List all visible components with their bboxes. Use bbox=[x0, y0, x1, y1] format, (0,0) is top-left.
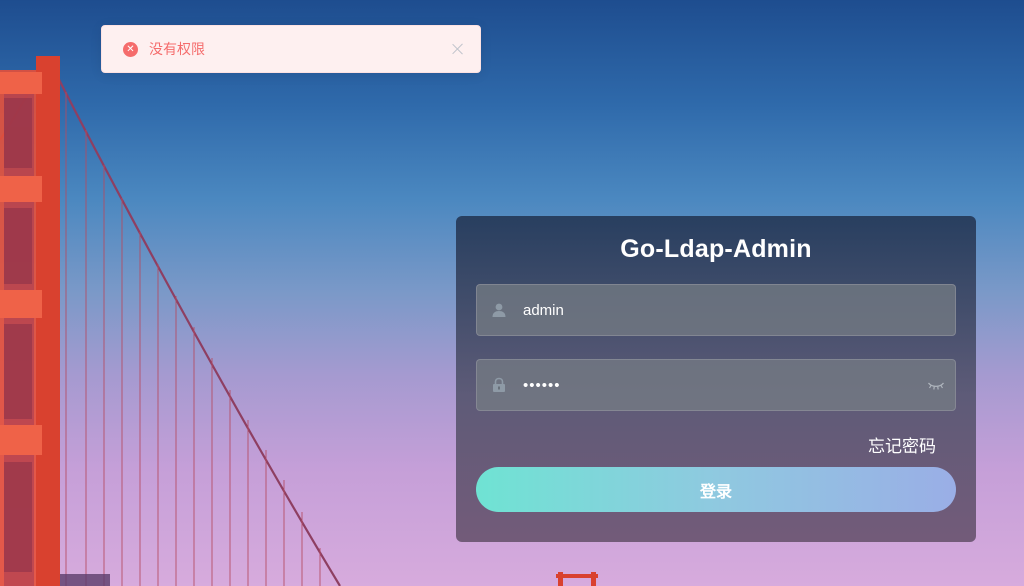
login-card: Go-Ldap-Admin 忘记密码 登录 bbox=[456, 216, 976, 542]
user-icon bbox=[492, 303, 506, 317]
password-field bbox=[476, 359, 956, 411]
close-icon[interactable] bbox=[451, 42, 465, 56]
lock-icon bbox=[493, 377, 505, 392]
login-title: Go-Ldap-Admin bbox=[620, 235, 812, 263]
password-input[interactable] bbox=[523, 360, 927, 410]
error-circle-icon: ✕ bbox=[123, 41, 138, 57]
login-button[interactable]: 登录 bbox=[476, 467, 956, 512]
error-toast: ✕ 没有权限 bbox=[101, 25, 481, 73]
forgot-password-link[interactable]: 忘记密码 bbox=[868, 432, 936, 457]
eye-closed-icon[interactable] bbox=[927, 379, 945, 391]
username-input[interactable] bbox=[523, 285, 955, 335]
username-field bbox=[476, 284, 956, 336]
toast-message: 没有权限 bbox=[149, 41, 205, 57]
